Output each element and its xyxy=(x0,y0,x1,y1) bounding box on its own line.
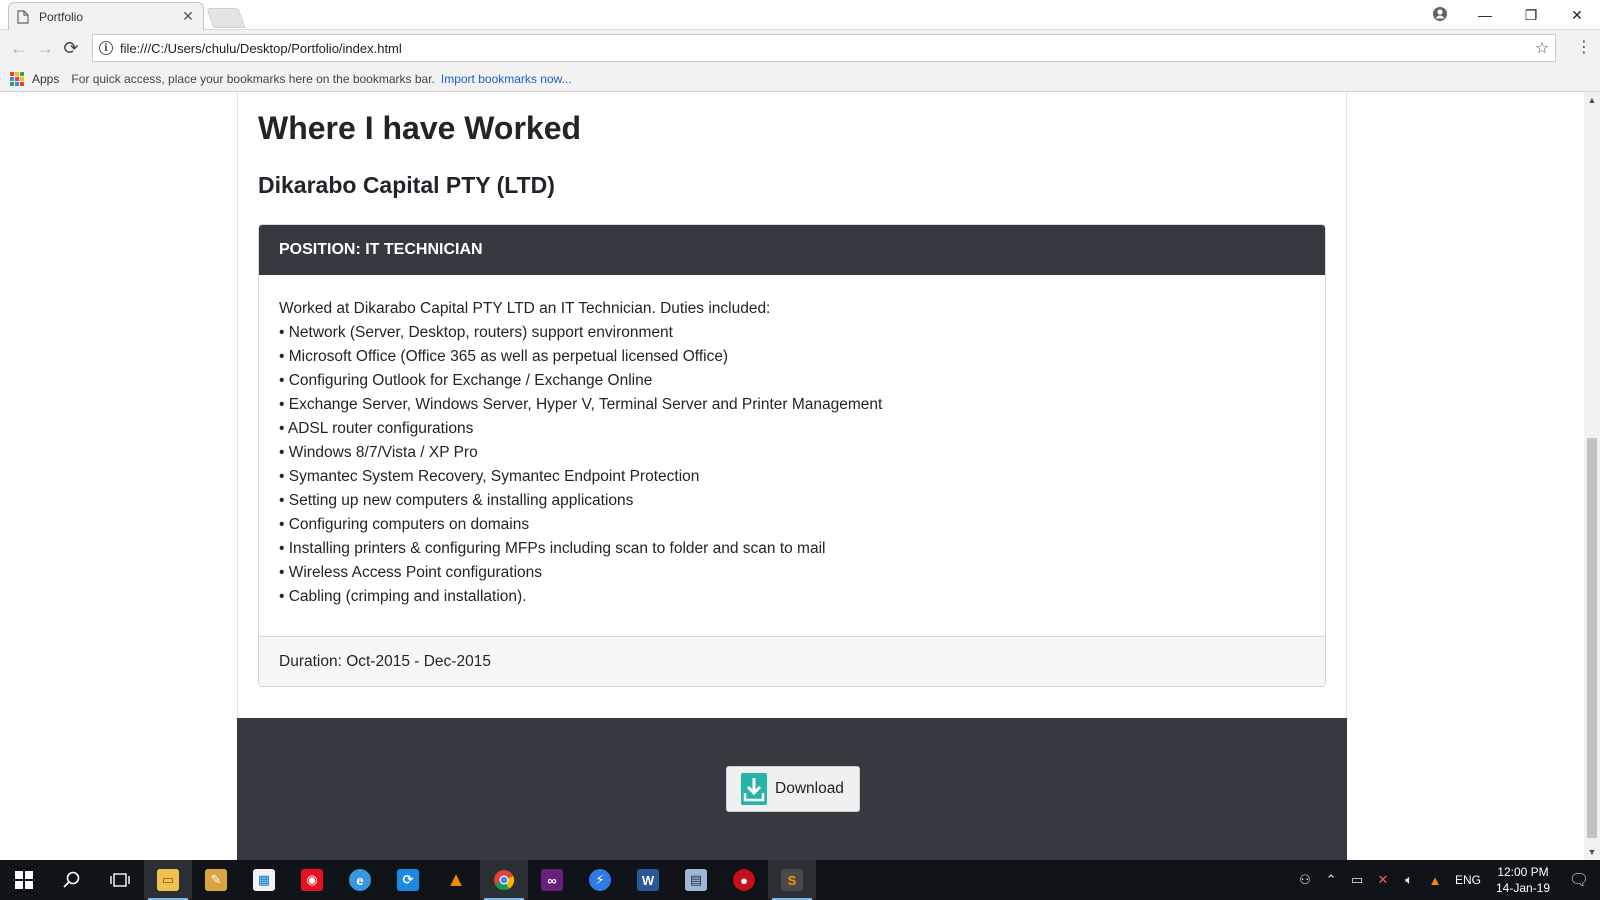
duty-item: • Windows 8/7/Vista / XP Pro xyxy=(279,444,478,461)
tab-portfolio[interactable]: Portfolio ✕ xyxy=(8,2,204,30)
task-view-icon[interactable] xyxy=(96,860,144,900)
duty-item: • Wireless Access Point configurations xyxy=(279,564,543,581)
page-footer: Download xyxy=(237,718,1347,860)
chrome-icon[interactable] xyxy=(480,860,528,900)
duty-item: • Exchange Server, Windows Server, Hyper… xyxy=(279,396,883,413)
duty-item: • Configuring computers on domains xyxy=(279,516,530,533)
action-center-icon[interactable]: 🗨︎ xyxy=(1558,870,1600,890)
windows-logo-icon xyxy=(15,871,33,889)
import-bookmarks-link[interactable]: Import bookmarks now... xyxy=(441,72,572,86)
sync-app-icon[interactable]: ⟳ xyxy=(384,860,432,900)
file-explorer-icon[interactable]: ▭ xyxy=(144,860,192,900)
store-icon[interactable]: ▦ xyxy=(240,860,288,900)
bookmark-star-icon[interactable]: ☆ xyxy=(1529,38,1555,58)
download-label: Download xyxy=(775,780,844,797)
duties-intro: Worked at Dikarabo Capital PTY LTD an IT… xyxy=(279,300,771,317)
download-icon xyxy=(741,773,767,805)
language-indicator[interactable]: ENG xyxy=(1448,873,1488,887)
duty-item: • Configuring Outlook for Exchange / Exc… xyxy=(279,372,653,389)
new-tab-button[interactable] xyxy=(206,8,246,28)
scrollbar-thumb[interactable] xyxy=(1587,438,1597,838)
address-bar[interactable]: i file:///C:/Users/chulu/Desktop/Portfol… xyxy=(92,34,1556,62)
show-hidden-icons-chevron-icon[interactable]: ⌃ xyxy=(1318,872,1344,888)
control-panel-icon[interactable]: ▤ xyxy=(672,860,720,900)
apps-shortcut[interactable]: Apps xyxy=(32,72,59,86)
clock-time: 12:00 PM xyxy=(1497,865,1549,879)
info-icon[interactable]: i xyxy=(99,41,113,55)
page-viewport: Where I have Worked Dikarabo Capital PTY… xyxy=(0,92,1584,860)
windows-taskbar: ▭ ✎ ▦ ◉ e ⟳ ▲ ∞ ⚡ W ▤ ● S ⚇ ⌃ ▭ ✕ 🔈︎ ▲ E… xyxy=(0,860,1600,900)
browser-app-icon[interactable]: e xyxy=(336,860,384,900)
duty-item: • Network (Server, Desktop, routers) sup… xyxy=(279,324,673,341)
reload-icon[interactable]: ⟳ xyxy=(58,35,84,61)
page-icon xyxy=(17,9,31,24)
duty-item: • Setting up new computers & installing … xyxy=(279,492,634,509)
battery-icon[interactable]: ▭ xyxy=(1344,872,1370,888)
thunder-app-icon[interactable]: ⚡ xyxy=(576,860,624,900)
card-header: POSITION: IT TECHNICIAN xyxy=(259,225,1325,275)
apps-grid-icon[interactable] xyxy=(10,71,24,86)
duty-item: • Cabling (crimping and installation). xyxy=(279,588,527,605)
chrome-menu-icon[interactable]: ⋮ xyxy=(1574,38,1594,58)
word-icon[interactable]: W xyxy=(624,860,672,900)
visual-studio-icon[interactable]: ∞ xyxy=(528,860,576,900)
tab-strip: Portfolio ✕ — ❐ ✕ xyxy=(0,0,1600,30)
start-button[interactable] xyxy=(0,860,48,900)
company-title: Dikarabo Capital PTY (LTD) xyxy=(258,172,555,198)
scroll-up-arrow-icon[interactable]: ▲ xyxy=(1584,92,1600,108)
duty-item: • Installing printers & configuring MFPs… xyxy=(279,540,826,557)
duty-item: • Symantec System Recovery, Symantec End… xyxy=(279,468,700,485)
forward-arrow-icon[interactable]: → xyxy=(32,35,58,61)
people-icon[interactable]: ⚇ xyxy=(1292,872,1318,888)
network-icon[interactable]: ✕ xyxy=(1370,872,1396,888)
tab-title: Portfolio xyxy=(39,9,84,24)
window-controls: — ❐ ✕ xyxy=(1462,0,1600,30)
scroll-down-arrow-icon[interactable]: ▼ xyxy=(1584,844,1600,860)
duty-item: • ADSL router configurations xyxy=(279,420,474,437)
profile-icon[interactable] xyxy=(1432,6,1448,22)
vlc-icon[interactable]: ▲ xyxy=(432,860,480,900)
duty-item: • Microsoft Office (Office 365 as well a… xyxy=(279,348,729,365)
media-app-icon[interactable]: ◉ xyxy=(288,860,336,900)
bookmarks-bar: Apps For quick access, place your bookma… xyxy=(0,66,1600,92)
address-url[interactable]: file:///C:/Users/chulu/Desktop/Portfolio… xyxy=(120,41,1529,56)
recorder-app-icon[interactable]: ● xyxy=(720,860,768,900)
clock-date: 14-Jan-19 xyxy=(1495,881,1551,895)
minimize-icon[interactable]: — xyxy=(1462,0,1508,30)
system-tray: ⚇ ⌃ ▭ ✕ 🔈︎ ▲ ENG 12:00 PM 14-Jan-19 🗨︎ xyxy=(1292,860,1600,900)
section-title: Where I have Worked xyxy=(258,110,582,146)
back-arrow-icon[interactable]: ← xyxy=(6,35,32,61)
browser-toolbar: ← → ⟳ i file:///C:/Users/chulu/Desktop/P… xyxy=(0,30,1600,66)
experience-card: POSITION: IT TECHNICIAN Worked at Dikara… xyxy=(258,224,1326,687)
clock[interactable]: 12:00 PM 14-Jan-19 xyxy=(1488,864,1558,896)
bookmarks-hint: For quick access, place your bookmarks h… xyxy=(71,71,435,86)
search-icon[interactable] xyxy=(48,860,96,900)
card-body: Worked at Dikarabo Capital PTY LTD an IT… xyxy=(259,275,1325,609)
volume-icon[interactable]: 🔈︎ xyxy=(1396,872,1422,888)
tab-close-icon[interactable]: ✕ xyxy=(181,8,195,25)
page-scrollbar[interactable]: ▲ ▼ xyxy=(1584,92,1600,860)
vlc-tray-icon[interactable]: ▲ xyxy=(1422,873,1448,888)
close-window-icon[interactable]: ✕ xyxy=(1554,0,1600,30)
sublime-text-icon[interactable]: S xyxy=(768,860,816,900)
tools-app-icon[interactable]: ✎ xyxy=(192,860,240,900)
restore-icon[interactable]: ❐ xyxy=(1508,0,1554,30)
download-button[interactable]: Download xyxy=(726,766,860,812)
card-footer-duration: Duration: Oct-2015 - Dec-2015 xyxy=(259,636,1325,686)
